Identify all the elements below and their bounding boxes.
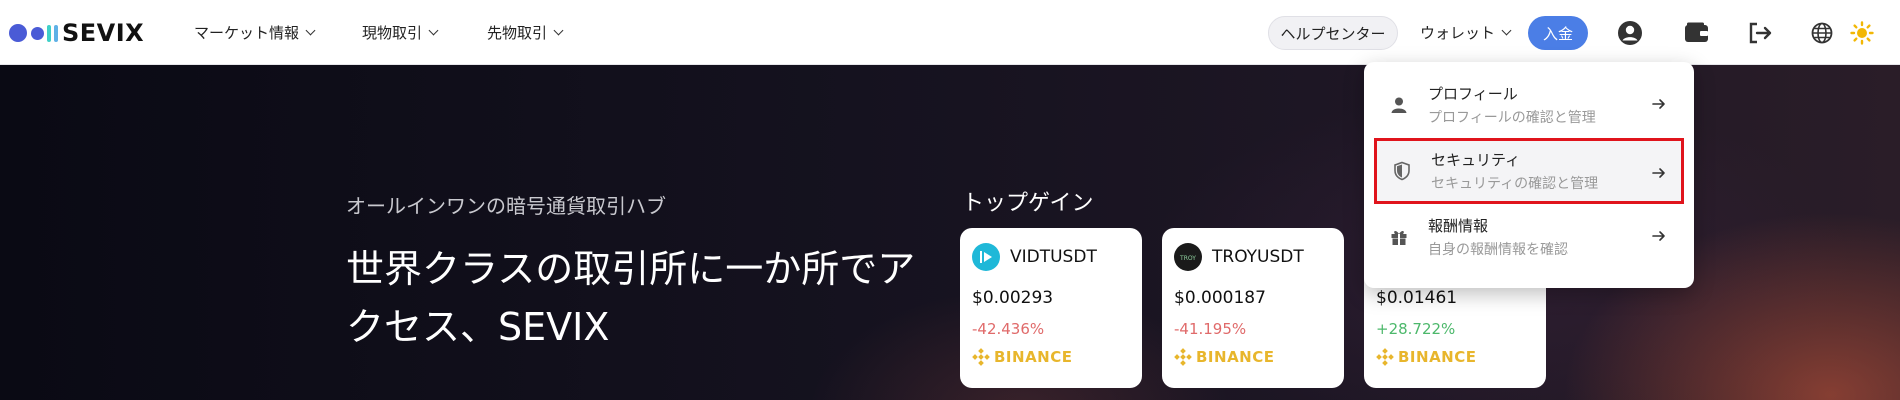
coin-card-vidtusdt[interactable]: VIDTUSDT $0.00293 -42.436% BINANCE [960,228,1142,388]
binance-icon [972,348,990,366]
shield-icon [1391,160,1413,182]
coin-symbol: VIDTUSDT [1010,247,1097,267]
menu-item-profile[interactable]: プロフィール プロフィールの確認と管理 [1364,72,1694,138]
coin-card-troyusdt[interactable]: TROY TROYUSDT $0.000187 -41.195% BINANCE [1162,228,1344,388]
chevron-down-icon [428,25,439,36]
globe-icon[interactable] [1808,19,1836,47]
menu-item-title: 報酬情報 [1428,217,1489,235]
top-header: SEVIX マーケット情報 現物取引 先物取引 ヘルプセンター ウォレット 入金 [0,0,1900,65]
exchange-name: BINANCE [1398,348,1477,366]
coin-change: +28.722% [1376,320,1456,338]
wallet-icon[interactable] [1683,19,1711,47]
arrow-right-icon [1652,165,1666,184]
exchange-name: BINANCE [994,348,1073,366]
logo-bar [47,24,51,42]
exchange-name: BINANCE [1196,348,1275,366]
nav-market-label: マーケット情報 [194,24,300,42]
logo-dot [9,24,27,42]
arrow-right-icon [1652,96,1666,115]
logout-icon[interactable] [1746,19,1774,47]
brand-name: SEVIX [62,19,145,47]
nav-wallet-label: ウォレット [1420,24,1496,42]
menu-item-rewards[interactable]: 報酬情報 自身の報酬情報を確認 [1364,204,1694,270]
nav-spot-label: 現物取引 [362,24,423,42]
brand-logo[interactable]: SEVIX [9,19,145,47]
nav-wallet[interactable]: ウォレット [1420,22,1512,43]
exchange-logo: BINANCE [1376,348,1534,366]
nav-spot-trading[interactable]: 現物取引 [362,22,439,43]
coin-change: -42.436% [972,320,1045,338]
menu-item-title: プロフィール [1428,85,1518,103]
svg-text:TROY: TROY [1179,255,1196,262]
menu-item-security[interactable]: セキュリティ セキュリティの確認と管理 [1374,138,1684,204]
arrow-right-icon [1652,228,1666,247]
troy-coin-icon: TROY [1174,243,1202,271]
coin-price: $0.000187 [1174,288,1266,308]
hero-title: 世界クラスの取引所に一か所でアクセス、SEVIX [346,247,916,349]
chevron-down-icon [1501,25,1512,36]
gift-icon [1388,226,1410,248]
binance-icon [1174,348,1192,366]
account-icon[interactable] [1616,19,1644,47]
exchange-logo: BINANCE [972,348,1130,366]
vidt-coin-icon [972,243,1000,271]
chevron-down-icon [553,25,564,36]
coin-price: $0.01461 [1376,288,1458,308]
theme-sun-icon[interactable] [1848,19,1876,47]
logo-bar [54,24,58,42]
deposit-button[interactable]: 入金 [1528,16,1588,50]
menu-item-description: プロフィールの確認と管理 [1428,110,1596,126]
binance-icon [1376,348,1394,366]
account-dropdown-menu: プロフィール プロフィールの確認と管理 セキュリティ セキュリティの確認と管理 [1364,62,1694,288]
coin-price: $0.00293 [972,288,1054,308]
hero-subtitle: オールインワンの暗号通貨取引ハブ [346,194,666,218]
nav-futures-trading[interactable]: 先物取引 [487,22,564,43]
menu-item-description: セキュリティの確認と管理 [1431,176,1599,192]
exchange-logo: BINANCE [1174,348,1332,366]
nav-market-info[interactable]: マーケット情報 [194,22,316,43]
menu-item-title: セキュリティ [1431,151,1521,169]
nav-futures-label: 先物取引 [487,24,548,42]
logo-dot [31,26,44,40]
chevron-down-icon [305,25,316,36]
user-icon [1388,94,1410,116]
help-center-button[interactable]: ヘルプセンター [1268,16,1398,50]
coin-symbol: TROYUSDT [1212,247,1304,267]
coin-change: -41.195% [1174,320,1247,338]
top-gainers-title: トップゲイン [962,191,1094,216]
menu-item-description: 自身の報酬情報を確認 [1428,242,1568,258]
